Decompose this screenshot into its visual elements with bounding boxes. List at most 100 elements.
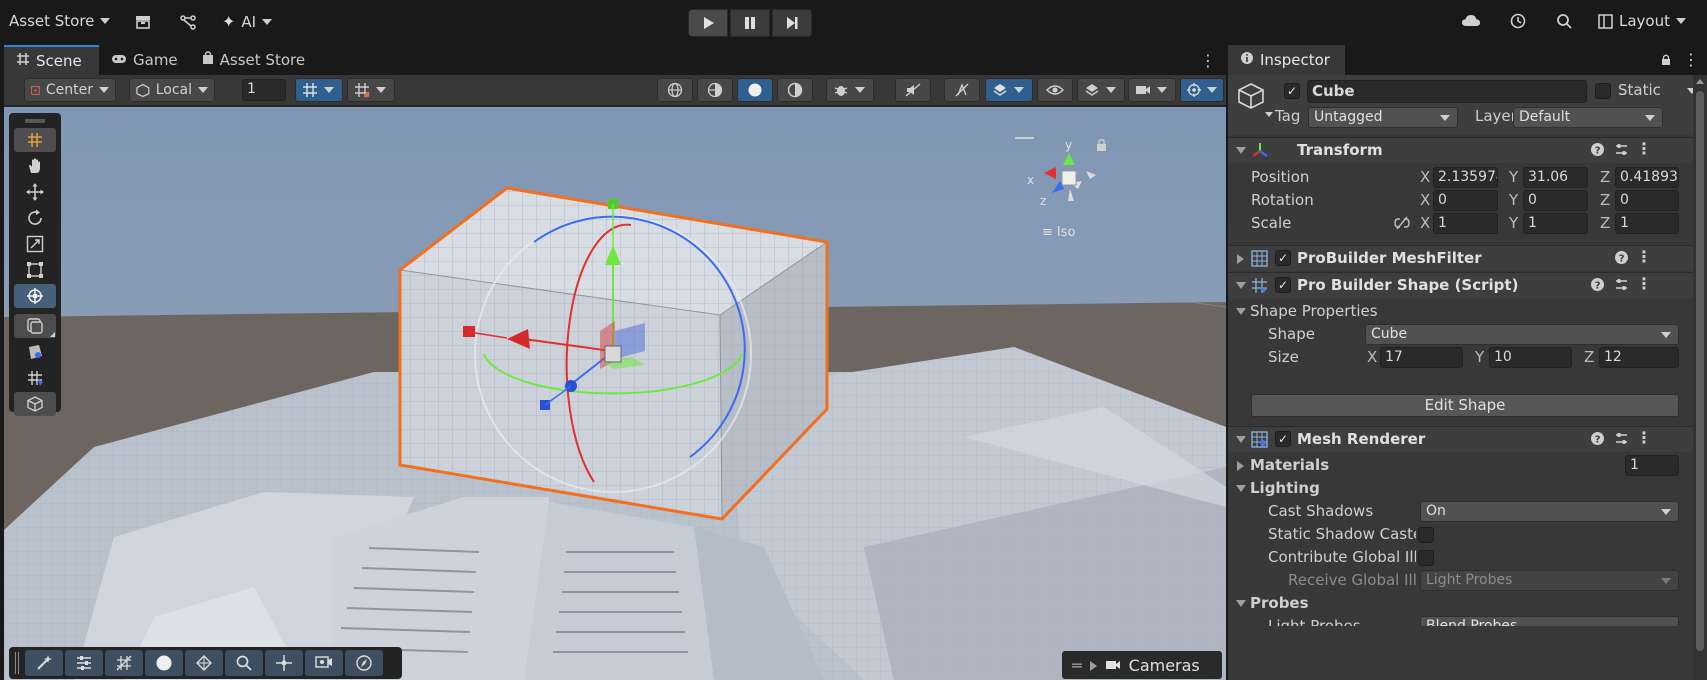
cameras-overlay[interactable]: ═ Cameras [1062,651,1222,679]
help-icon[interactable]: ? [1590,277,1605,296]
overlay-tool-4[interactable] [145,650,183,676]
scale-tool[interactable] [14,232,56,256]
overlay-tool-5[interactable] [185,650,223,676]
help-icon[interactable]: ? [1614,250,1629,269]
collapse-arrow-icon[interactable] [1236,436,1246,443]
inspector-scrollbar[interactable] [1693,75,1707,680]
scene-effects-toggle[interactable] [985,78,1033,102]
scale-y-input[interactable]: 1 [1523,213,1588,234]
overlay-tool-9[interactable] [345,650,383,676]
transform-header[interactable]: Transform ? ⋮ [1228,137,1707,163]
draw-mode-shaded-wire-button[interactable] [697,78,733,102]
more-options-icon[interactable]: ⋮ [1636,428,1652,447]
pause-button[interactable] [730,9,770,37]
probuilder-tool[interactable] [14,128,56,152]
move-tool[interactable] [14,180,56,204]
materials-count-input[interactable]: 1 [1625,455,1679,476]
probuilder-face-tool[interactable] [14,340,56,364]
unlink-icon[interactable] [1394,216,1410,234]
layer-dropdown[interactable]: Default [1513,107,1663,128]
scroll-up-icon[interactable] [1696,79,1704,84]
more-options-icon[interactable]: ⋮ [1683,50,1699,69]
projection-toggle[interactable]: ≡ Iso [1042,225,1075,240]
overlay-tool-1[interactable] [25,650,63,676]
lock-icon[interactable] [1660,53,1672,70]
size-z-input[interactable]: 12 [1599,347,1679,368]
scale-x-input[interactable]: 1 [1433,213,1498,234]
rotation-x-input[interactable]: 0 [1433,190,1498,211]
mesh-renderer-enabled-checkbox[interactable]: ✓ [1275,431,1291,447]
toolbar-grip-icon[interactable] [15,652,19,674]
rotate-tool[interactable] [14,206,56,230]
edit-shape-button[interactable]: Edit Shape [1251,394,1679,417]
history-icon[interactable] [1509,12,1527,34]
draw-mode-shaded-button[interactable] [737,78,773,102]
grid-size-input[interactable]: 1 [242,79,286,101]
scrollbar-thumb[interactable] [1696,91,1704,651]
receive-gi-dropdown[interactable]: Light Probes [1420,570,1679,591]
expand-arrow-icon[interactable] [1237,254,1244,264]
layers-dropdown[interactable] [1077,78,1125,102]
more-options-icon[interactable]: ⋮ [1636,139,1652,158]
step-button[interactable] [772,9,812,37]
tab-asset-store[interactable]: Asset Store [190,45,317,75]
ai-menu[interactable]: ✦ AI [222,12,273,31]
rotation-z-input[interactable]: 0 [1615,190,1679,211]
position-x-input[interactable]: 2.135974 [1433,167,1498,188]
increment-snap-toggle[interactable] [347,78,395,102]
position-y-input[interactable]: 31.06 [1523,167,1588,188]
light-probes-dropdown[interactable]: Blend Probes [1420,616,1679,626]
debug-draw-button[interactable] [826,78,874,102]
expand-arrow-icon[interactable] [1237,461,1244,471]
overlay-tool-6[interactable] [225,650,263,676]
mesh-renderer-header[interactable]: ✓ Mesh Renderer ? ⋮ [1228,426,1707,452]
cloud-icon[interactable] [1461,13,1481,33]
static-shadow-caster-checkbox[interactable] [1418,527,1434,543]
version-control-icon[interactable] [179,13,197,35]
size-x-input[interactable]: 17 [1380,347,1463,368]
toggle-lighting-button[interactable] [944,78,980,102]
shape-script-header[interactable]: ✓ Pro Builder Shape (Script) ? ⋮ [1228,272,1707,298]
grid-snap-toggle[interactable] [295,78,343,102]
layout-menu[interactable]: Layout [1598,12,1686,30]
probuilder-edit-tool[interactable] [14,366,56,390]
orientation-gizmo[interactable]: y x z [1014,123,1124,233]
asset-store-menu[interactable]: Asset Store [9,12,111,30]
more-options-icon[interactable]: ⋮ [1636,247,1652,266]
toggle-2d-button[interactable] [895,78,931,102]
contribute-gi-checkbox[interactable] [1418,550,1434,566]
static-checkbox[interactable] [1595,83,1611,99]
tab-inspector[interactable]: Inspector [1228,45,1345,75]
rect-tool[interactable] [14,258,56,282]
tag-dropdown[interactable]: Untagged [1308,107,1458,128]
draw-mode-unlit-button[interactable] [777,78,813,102]
collapse-arrow-icon[interactable] [1236,308,1246,315]
search-icon[interactable] [1556,13,1573,34]
mesh-filter-enabled-checkbox[interactable]: ✓ [1275,250,1291,266]
pivot-rotation-dropdown[interactable]: Local [129,78,215,102]
tab-game[interactable]: Game [99,45,190,75]
overlay-tool-8[interactable] [305,650,343,676]
overlay-tool-7[interactable] [265,650,303,676]
collapse-arrow-icon[interactable] [1236,485,1246,492]
help-icon[interactable]: ? [1590,431,1605,450]
shape-tool[interactable] [14,392,56,416]
lock-icon[interactable] [1097,144,1106,151]
more-options-icon[interactable]: ⋮ [1200,51,1216,70]
preset-icon[interactable] [1614,277,1629,296]
visibility-toggle[interactable] [1037,78,1073,102]
shape-script-enabled-checkbox[interactable]: ✓ [1275,277,1291,293]
package-icon[interactable] [134,13,152,35]
rotation-y-input[interactable]: 0 [1523,190,1588,211]
cast-shadows-dropdown[interactable]: On [1420,501,1679,522]
help-icon[interactable]: ? [1590,142,1605,161]
shape-dropdown[interactable]: Cube [1365,324,1679,345]
more-options-icon[interactable]: ⋮ [1636,274,1652,293]
collapse-arrow-icon[interactable] [1236,600,1246,607]
collapse-arrow-icon[interactable] [1236,147,1246,154]
transform-tool[interactable] [14,284,56,308]
custom-tool[interactable] [14,314,56,338]
scene-viewport[interactable]: y x z ≡ Iso ═ Cameras [4,107,1226,680]
gizmos-toggle[interactable] [1180,78,1224,102]
collapse-arrow-icon[interactable] [1236,282,1246,289]
